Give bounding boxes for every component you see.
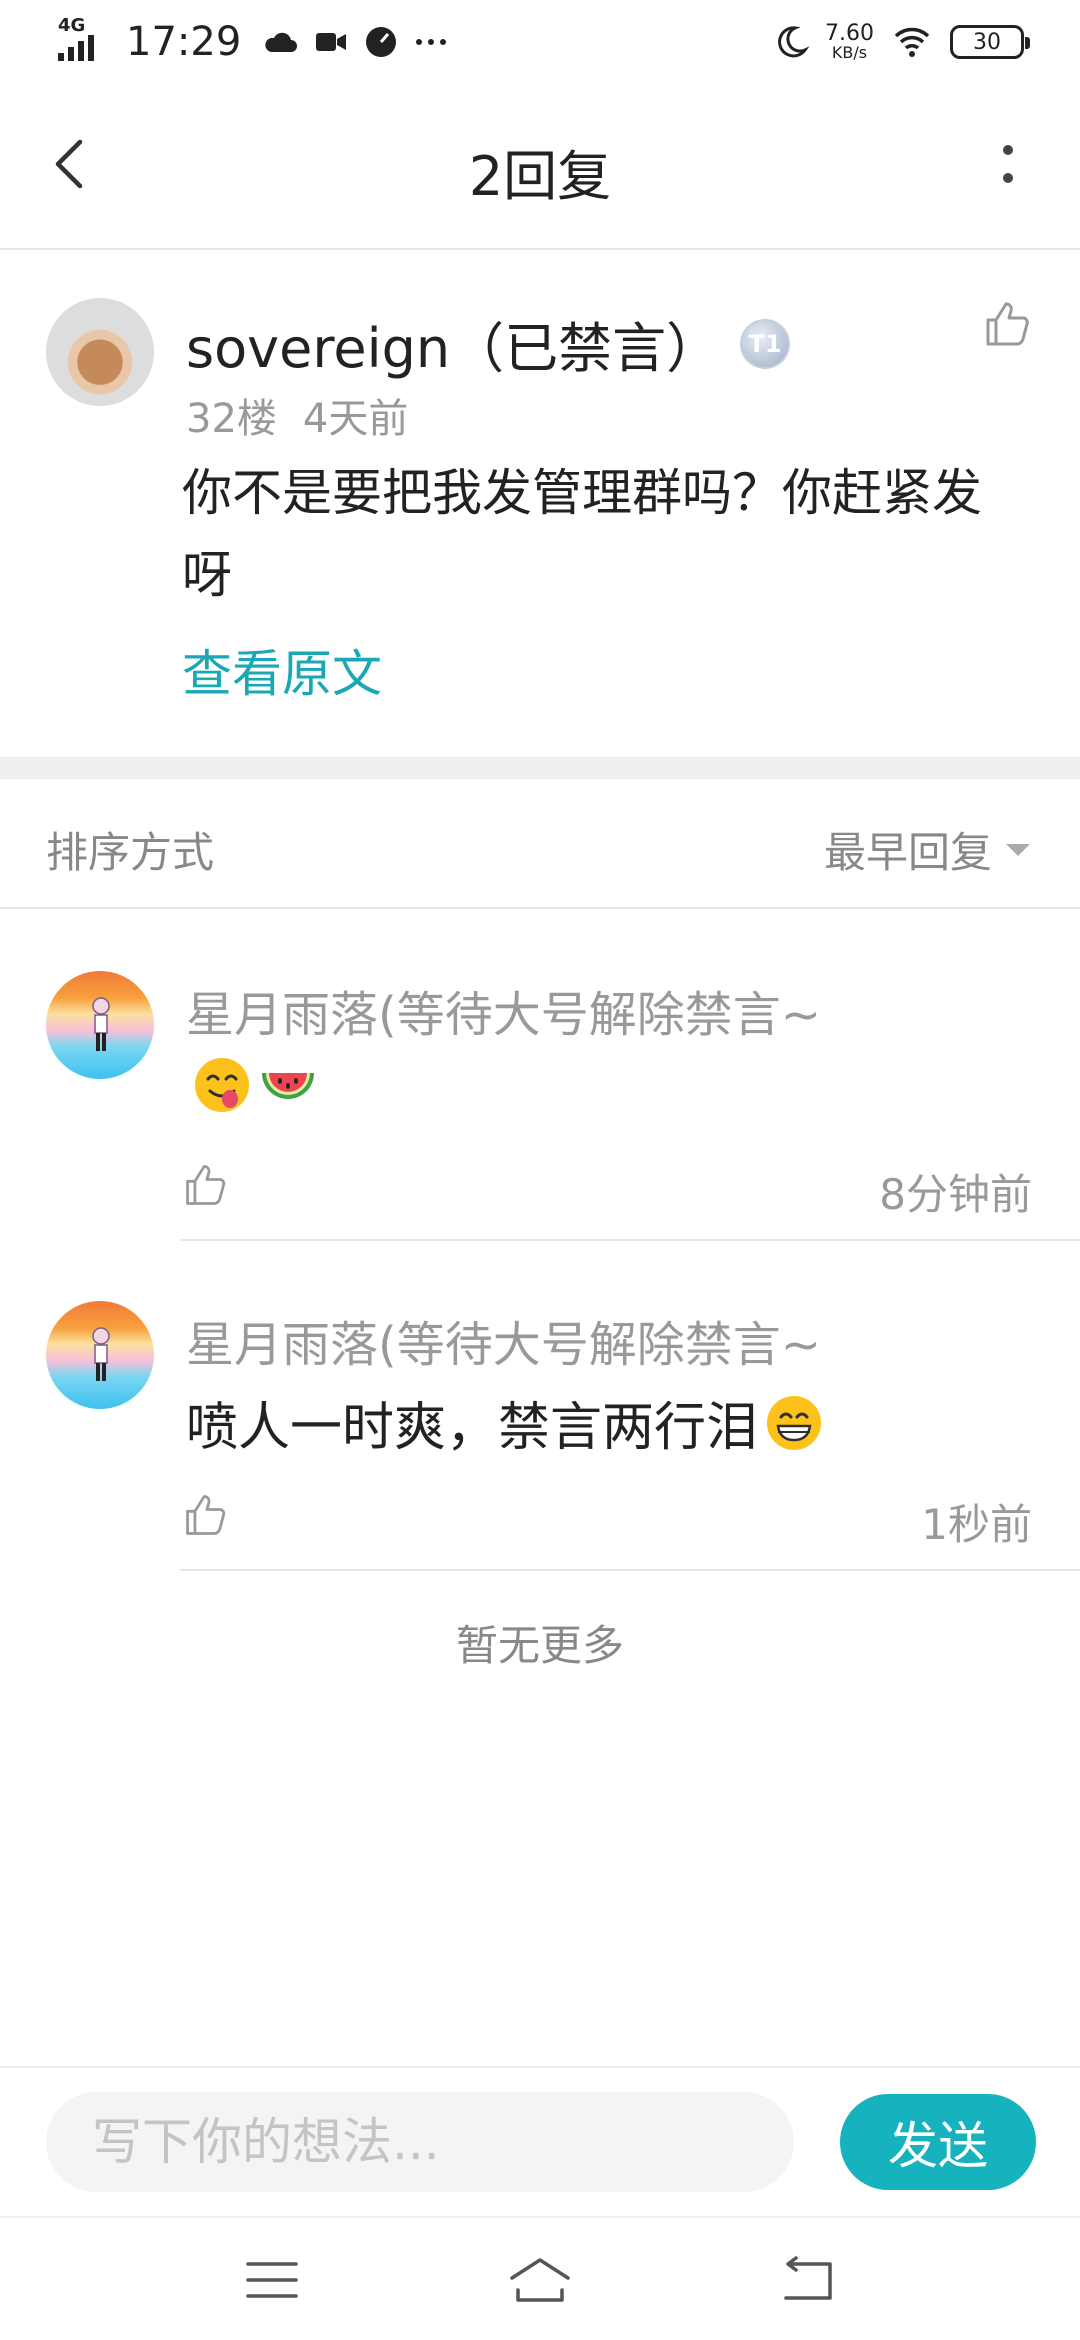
thumbs-up-icon[interactable] [182, 1491, 230, 1539]
avatar-figure [92, 1327, 110, 1381]
yum-emoji [195, 1058, 249, 1112]
send-button[interactable]: 发送 [840, 2094, 1036, 2190]
battery-level: 30 [973, 29, 1001, 55]
signal-icon: 4G [56, 15, 106, 65]
post-content: 你不是要把我发管理群吗？你赶紧发呀 [182, 464, 982, 604]
system-nav-bar [0, 2216, 1080, 2340]
speed-unit: KB/s [831, 43, 868, 62]
thumbs-up-icon[interactable] [982, 298, 1034, 350]
top-nav-bar: 2回复 [0, 84, 1080, 250]
thumbs-up-icon[interactable] [182, 1161, 230, 1209]
reply-divider [180, 1569, 1080, 1571]
return-icon[interactable] [776, 2252, 840, 2308]
reply-username[interactable]: 星月雨落(等待大号解除禁言~ [186, 975, 821, 1045]
cloud-icon [265, 32, 298, 52]
wifi-icon [894, 27, 930, 57]
post-author[interactable]: sovereign（已禁言） T1 [186, 304, 791, 383]
main-post: sovereign（已禁言） T1 32楼 4天前 你不是要把我发管理群吗？你赶紧… [0, 252, 1080, 757]
sort-value[interactable]: 最早回复 [824, 819, 992, 880]
reply-content: 喷人一时爽，禁言两行泪 [186, 1385, 824, 1460]
menu-icon[interactable] [240, 2252, 304, 2308]
network-speed: 7.60 KB/s [825, 23, 874, 61]
section-divider [0, 757, 1080, 779]
more-vertical-icon[interactable] [976, 128, 1040, 200]
speed-value: 7.60 [825, 21, 874, 46]
reply-item: 星月雨落(等待大号解除禁言~ 喷人一时爽，禁言两行泪 1秒前 [0, 1241, 1080, 1571]
composer-bar: 发送 [0, 2066, 1080, 2216]
avatar[interactable] [46, 971, 154, 1079]
reply-content [186, 1055, 318, 1115]
video-icon [316, 33, 347, 51]
more-dots-icon [416, 39, 447, 45]
status-right: 7.60 KB/s 30 [773, 23, 1030, 61]
moon-icon [778, 26, 810, 58]
status-left: 4G 17:29 [56, 15, 449, 65]
no-more-text: 暂无更多 [455, 1621, 624, 1670]
avatar[interactable] [46, 298, 154, 406]
post-floor: 32楼 [186, 396, 277, 442]
grin-emoji [767, 1395, 822, 1450]
post-meta: 32楼 4天前 [186, 386, 408, 444]
reply-time: 1秒前 [921, 1500, 1032, 1549]
level-badge: T1 [740, 318, 791, 369]
reply-item: 星月雨落(等待大号解除禁言~ 8分钟前 [0, 911, 1080, 1241]
speedometer-icon [366, 27, 397, 57]
sort-row: 排序方式 最早回复 [0, 779, 1080, 909]
network-type: 4G [58, 15, 86, 36]
watermelon-emoji [262, 1073, 314, 1099]
status-time: 17:29 [126, 19, 242, 65]
battery-icon: 30 [950, 25, 1030, 59]
reply-username[interactable]: 星月雨落(等待大号解除禁言~ [186, 1305, 821, 1375]
post-username[interactable]: sovereign（已禁言） [186, 304, 720, 383]
page-title: 2回复 [468, 145, 612, 208]
view-original-link[interactable]: 查看原文 [182, 634, 382, 706]
sort-dropdown[interactable]: 最早回复 [824, 819, 1030, 880]
reply-text: 喷人一时爽，禁言两行泪 [186, 1398, 759, 1458]
comment-input[interactable] [46, 2092, 794, 2192]
status-bar: 4G 17:29 7.60 KB/s 30 [0, 0, 1080, 84]
sort-label: 排序方式 [46, 828, 215, 877]
avatar-figure [92, 997, 110, 1051]
avatar[interactable] [46, 1301, 154, 1409]
post-time: 4天前 [302, 396, 409, 442]
reply-time: 8分钟前 [879, 1170, 1032, 1219]
caret-down-icon[interactable] [1006, 843, 1030, 856]
home-icon[interactable] [508, 2252, 572, 2308]
